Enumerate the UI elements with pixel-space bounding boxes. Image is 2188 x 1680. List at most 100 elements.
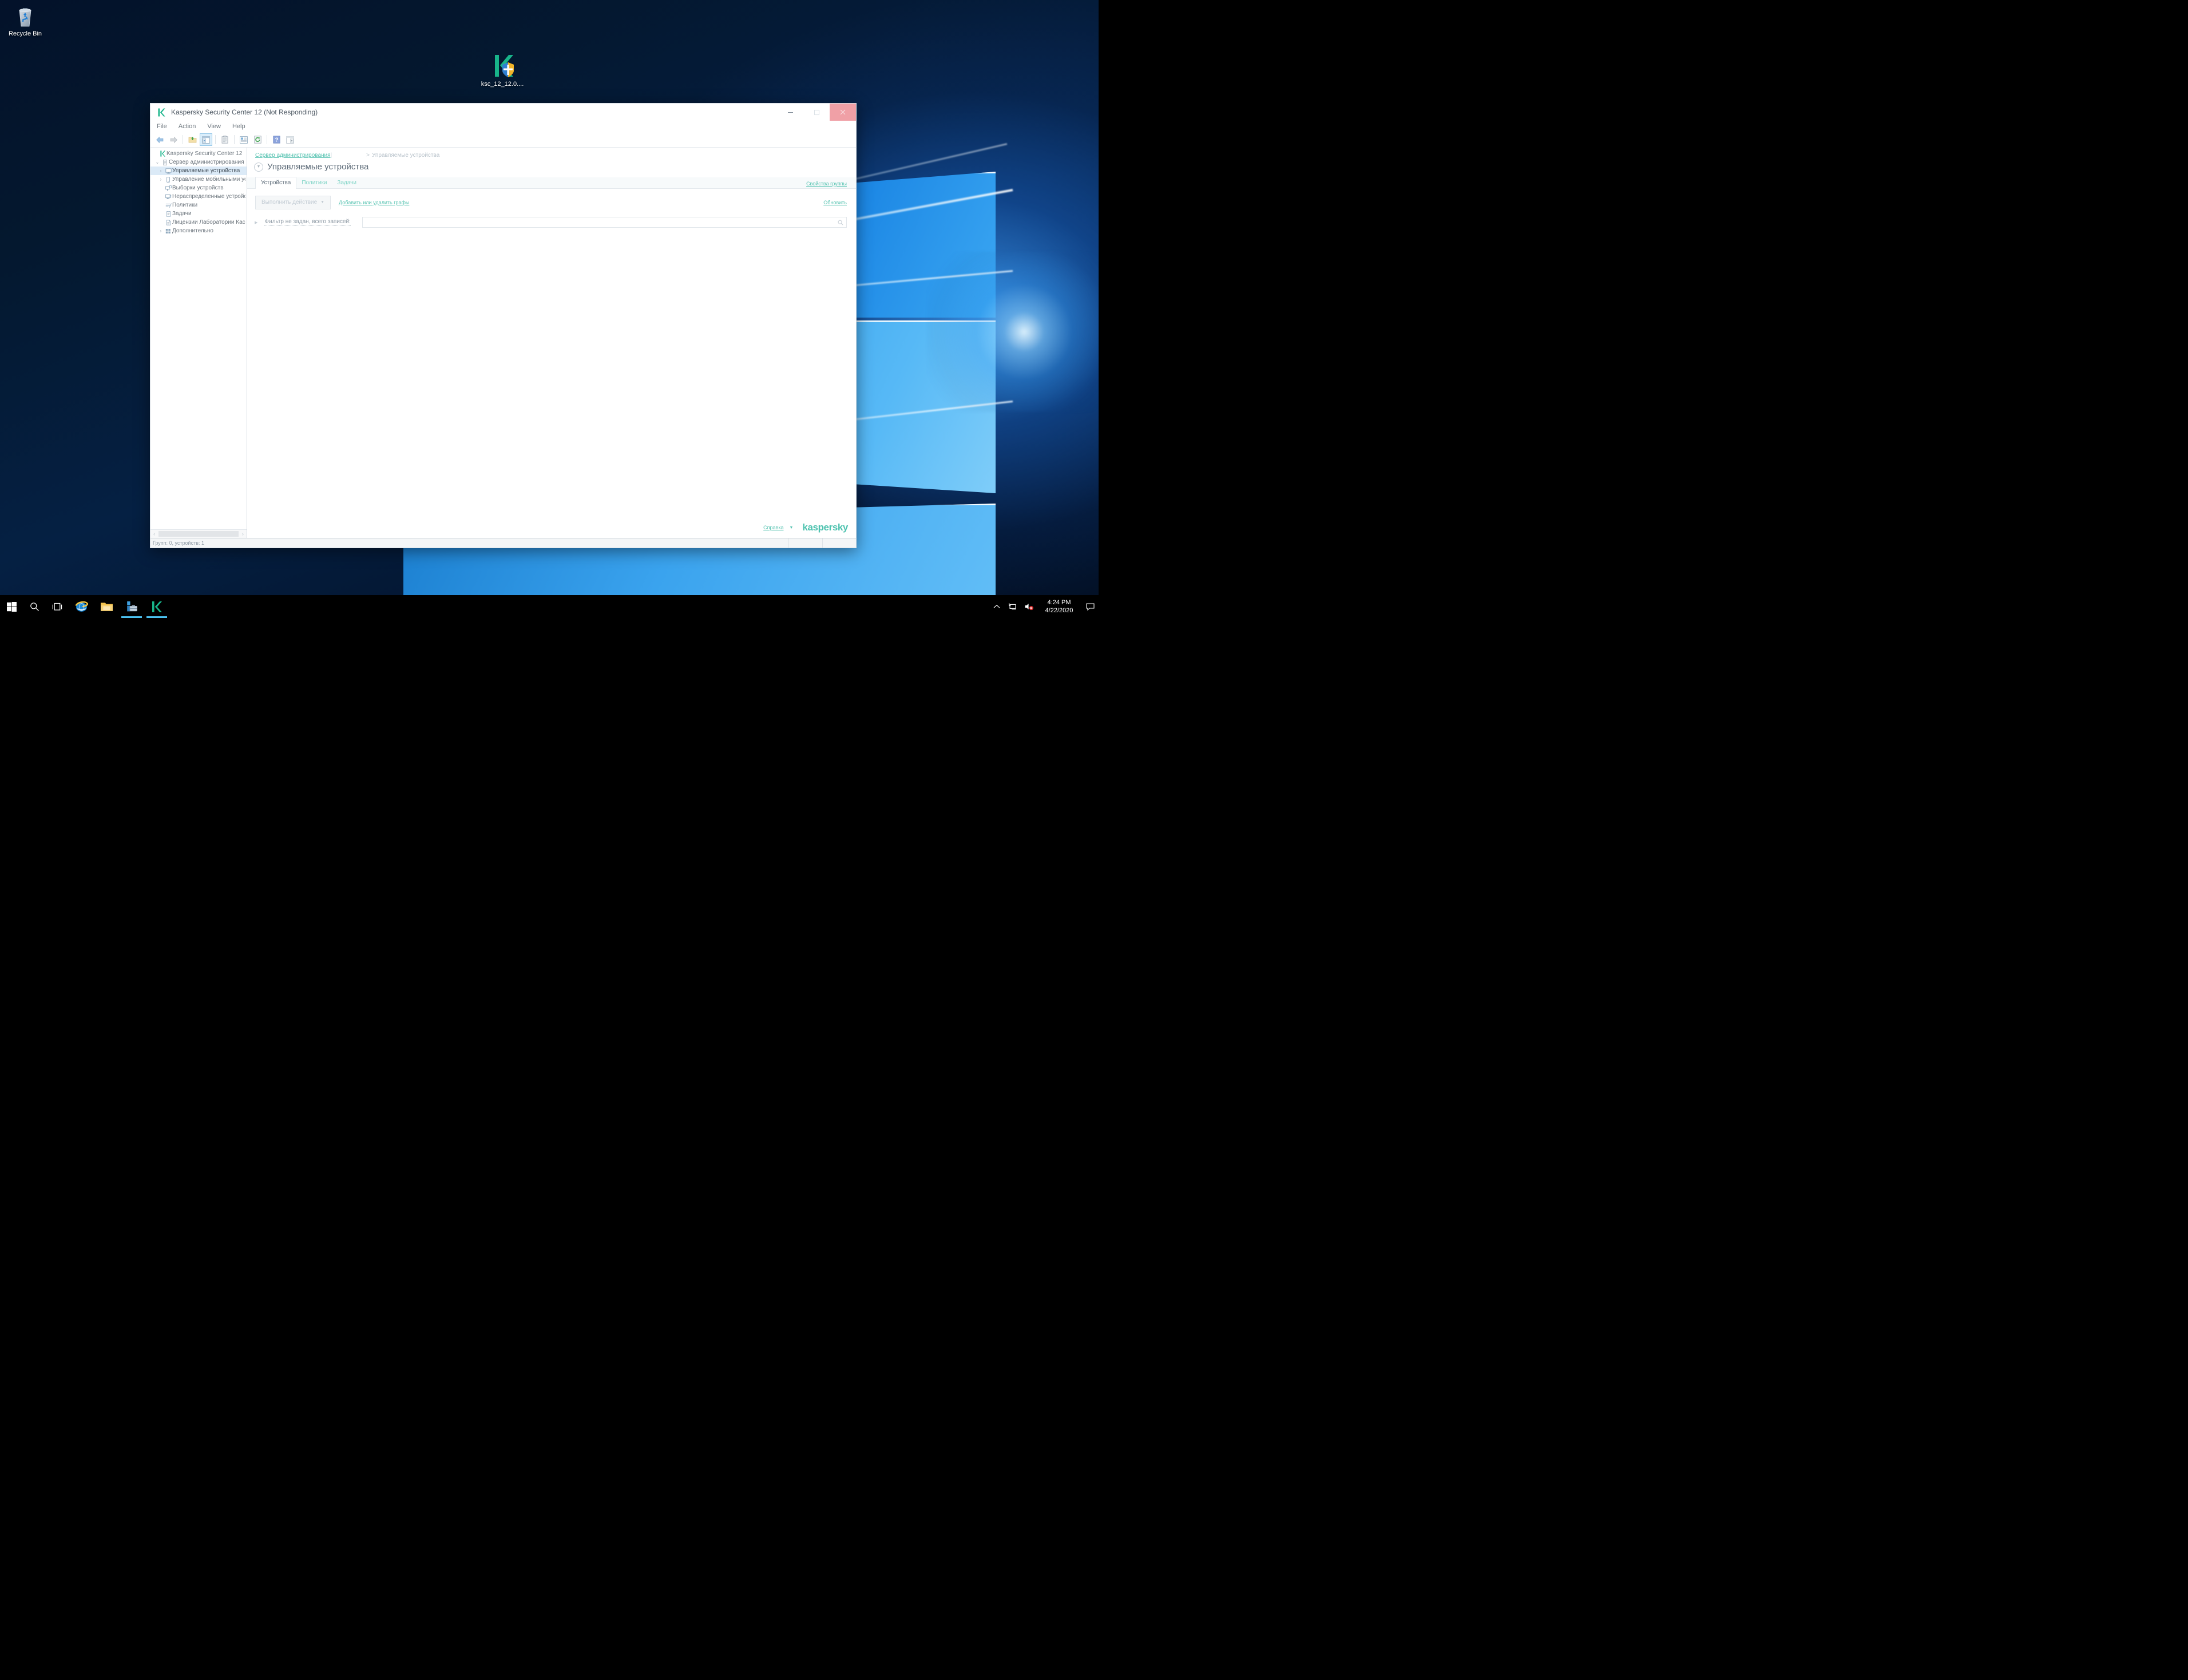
collapse-toggle-icon[interactable]: ▼	[254, 162, 263, 172]
refresh-link[interactable]: Обновить	[823, 200, 847, 205]
devices-grid[interactable]	[247, 228, 856, 522]
tree-twisty-collapsed[interactable]: ›	[157, 177, 164, 182]
window-toolbar[interactable]: ?	[150, 132, 856, 148]
refresh-button[interactable]	[251, 133, 264, 146]
properties-button[interactable]	[219, 133, 231, 146]
menu-action[interactable]: Action	[177, 122, 198, 130]
export-list-button[interactable]	[284, 133, 296, 146]
recycle-bin-icon	[12, 3, 38, 29]
minimize-button[interactable]	[777, 104, 803, 121]
tree-horizontal-scrollbar[interactable]: ‹ ›	[150, 529, 247, 538]
chevron-right-icon[interactable]: ▶	[255, 220, 257, 225]
add-remove-columns-link[interactable]: Добавить или удалить графы	[339, 200, 409, 205]
tree-item-label: Нераспределенные устройства	[172, 193, 245, 200]
breadcrumb[interactable]: Сервер администрирования | > Управляемые …	[247, 148, 856, 159]
kaspersky-security-center-button[interactable]	[144, 595, 169, 618]
menu-file[interactable]: File	[155, 122, 169, 130]
show-hide-tree-button[interactable]	[200, 133, 212, 146]
statusbar-segment-3	[823, 538, 856, 548]
help-link[interactable]: Справка	[763, 525, 783, 530]
maximize-button[interactable]	[803, 104, 830, 121]
taskbar[interactable]: 4:24 PM 4/22/2020	[0, 595, 1099, 618]
tab-policies[interactable]: Политики	[296, 177, 332, 188]
back-button[interactable]	[153, 133, 166, 146]
task-view-button[interactable]	[46, 595, 69, 618]
volume-muted-icon[interactable]	[1021, 603, 1037, 611]
tree-item-unassigned-devices[interactable]: Нераспределенные устройства	[150, 192, 247, 201]
policy-icon	[164, 203, 172, 208]
server-manager-button[interactable]	[119, 595, 144, 618]
file-explorer-button[interactable]	[94, 595, 119, 618]
tree-twisty-collapsed[interactable]: ›	[157, 228, 164, 233]
desktop-icon-ksc-installer[interactable]: ksc_12_12.0....	[475, 53, 530, 88]
list-view-button[interactable]	[237, 133, 250, 146]
chevron-down-icon: ▼	[320, 200, 325, 204]
start-button[interactable]	[0, 595, 23, 618]
tree-item-administration-server[interactable]: ⌄ Сервер администрирования	[150, 158, 247, 167]
menu-view[interactable]: View	[205, 122, 223, 130]
tree-item-policies[interactable]: Политики	[150, 201, 247, 209]
tab-tasks[interactable]: Задачи	[332, 177, 362, 188]
taskbar-clock[interactable]: 4:24 PM 4/22/2020	[1037, 599, 1081, 615]
breadcrumb-redacted-server-name	[333, 152, 363, 159]
mobile-device-icon	[164, 176, 172, 183]
desktop-icon-recycle-bin[interactable]: Recycle Bin	[3, 3, 47, 38]
statusbar-text: Групп: 0, устройств: 1	[150, 538, 789, 548]
scroll-right-arrow[interactable]: ›	[239, 531, 247, 537]
window-menubar[interactable]: File Action View Help	[150, 121, 856, 132]
tabs-bar[interactable]: Устройства Политики Задачи Свойства груп…	[247, 177, 856, 189]
show-hidden-icons-icon[interactable]	[989, 604, 1005, 609]
scrollbar-thumb[interactable]	[158, 531, 239, 537]
network-icon[interactable]	[1005, 603, 1021, 611]
breadcrumb-link-administration-server[interactable]: Сервер администрирования	[255, 152, 331, 159]
tree-twisty-expanded[interactable]: ⌄	[154, 160, 161, 165]
task-icon	[164, 211, 172, 217]
svg-text:?: ?	[275, 137, 278, 144]
window-controls	[777, 104, 856, 121]
tree-item-label: Задачи	[172, 211, 192, 217]
window-title: Kaspersky Security Center 12 (Not Respon…	[171, 108, 318, 116]
forward-button[interactable]	[167, 133, 180, 146]
close-button[interactable]	[830, 104, 856, 121]
search-button[interactable]	[23, 595, 46, 618]
desktop[interactable]: Recycle Bin ksc_12_12.0.... Kaspersky Se…	[0, 0, 1099, 618]
page-header: ▼ Управляемые устройства	[247, 159, 856, 172]
up-one-level-button[interactable]	[186, 133, 199, 146]
tree-item-advanced[interactable]: › Дополнительно	[150, 227, 247, 235]
desktop-icon-label: ksc_12_12.0....	[481, 81, 524, 88]
system-tray[interactable]: 4:24 PM 4/22/2020	[989, 595, 1099, 618]
tree-item-mobile-device-management[interactable]: › Управление мобильными устрой	[150, 175, 247, 184]
breadcrumb-separator: >	[366, 152, 370, 159]
help-button[interactable]: ?	[270, 133, 283, 146]
tree-item-label: Управление мобильными устрой	[172, 176, 245, 183]
search-icon	[838, 220, 843, 225]
action-center-icon[interactable]	[1081, 603, 1099, 611]
tree-item-label: Выборки устройств	[172, 185, 224, 191]
navigation-tree[interactable]: Kaspersky Security Center 12 ⌄ Сервер ад…	[150, 148, 247, 529]
chevron-down-icon[interactable]: ▼	[789, 526, 793, 530]
kaspersky-k-icon	[158, 150, 167, 157]
perform-action-button[interactable]: Выполнить действие ▼	[255, 196, 331, 209]
filter-bar[interactable]: ▶ Фильтр не задан, всего записей:	[247, 209, 856, 228]
group-properties-link[interactable]: Свойства группы	[806, 181, 847, 188]
content-footer: Справка ▼ kaspersky	[247, 522, 856, 538]
clock-date: 4/22/2020	[1045, 607, 1073, 614]
filter-status-label[interactable]: Фильтр не задан, всего записей:	[264, 219, 351, 226]
window-titlebar[interactable]: Kaspersky Security Center 12 (Not Respon…	[150, 104, 856, 121]
tree-item-kaspersky-security-center[interactable]: Kaspersky Security Center 12	[150, 149, 247, 158]
tab-devices[interactable]: Устройства	[255, 177, 297, 189]
tree-twisty-collapsed[interactable]: ›	[157, 168, 164, 173]
actions-bar[interactable]: Выполнить действие ▼ Добавить или удалит…	[247, 189, 856, 209]
menu-help[interactable]: Help	[231, 122, 247, 130]
tree-item-device-selections[interactable]: Выборки устройств	[150, 184, 247, 192]
tree-item-tasks[interactable]: Задачи	[150, 209, 247, 218]
search-input[interactable]	[362, 217, 847, 228]
internet-explorer-button[interactable]	[69, 595, 94, 618]
navigation-tree-panel[interactable]: Kaspersky Security Center 12 ⌄ Сервер ад…	[150, 148, 247, 538]
unassigned-device-icon	[164, 194, 172, 200]
tree-item-label: Kaspersky Security Center 12	[167, 150, 243, 157]
tree-item-kaspersky-licenses[interactable]: Лицензии Лаборатории Касперск	[150, 218, 247, 227]
tree-item-managed-devices[interactable]: › Управляемые устройства	[150, 167, 247, 175]
kaspersky-security-center-window[interactable]: Kaspersky Security Center 12 (Not Respon…	[150, 103, 857, 548]
scroll-left-arrow[interactable]: ‹	[150, 531, 158, 537]
